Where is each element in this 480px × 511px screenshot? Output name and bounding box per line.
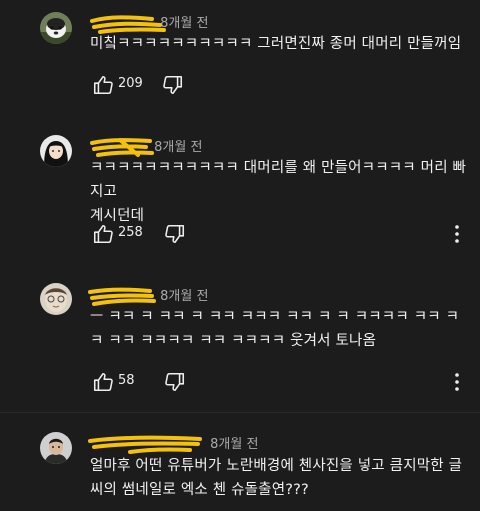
comment-text: ㅋㅋㅋㅋㅋㅋㅋㅋㅋㅋㅋ 대머리를 왜 만들어ㅋㅋㅋㅋ 머리 빠지고 계시던데 — [90, 160, 467, 224]
face-avatar-icon — [40, 283, 72, 315]
avatar[interactable] — [40, 432, 72, 464]
avatar[interactable] — [40, 283, 72, 315]
author-name-redacted[interactable] — [90, 138, 154, 157]
comment-meta: 8개월 전 — [90, 12, 208, 34]
comment-meta: 8개월 전 — [88, 285, 208, 306]
thumbs-down-icon[interactable] — [164, 223, 186, 245]
comment-text: ㅡ ㅋㅋ ㅋ ㅋㅋ ㅋ ㅋㅋ ㅋㅋㅋ ㅋㅋ ㅋ ㅋ ㅋㅋㅋㅋ ㅋㅋ ㅋ ㅋ ㅋㅋ… — [90, 309, 460, 349]
thumbs-down-icon[interactable] — [162, 74, 184, 96]
more-options-icon[interactable] — [451, 224, 463, 244]
like-count: 209 — [118, 76, 143, 91]
comment-text: 얼마후 어떤 유튜버가 노란배경에 첸사진을 넣고 큼지막한 글 씨의 썸네일로… — [90, 458, 463, 498]
comment-time: 8개월 전 — [210, 437, 259, 452]
comment-divider — [0, 412, 480, 413]
like-count: 58 — [118, 373, 135, 388]
author-name-redacted[interactable] — [88, 287, 156, 306]
avatar[interactable] — [40, 12, 72, 44]
comment-meta: 8개월 전 — [88, 433, 259, 454]
more-options-icon[interactable] — [451, 372, 463, 392]
avatar[interactable] — [40, 135, 72, 167]
comment-text: 미칰ㅋㅋㅋㅋㅋㅋㅋㅋㅋㅋ 그러면진짜 종머 대머리 만들꺼임 — [90, 36, 462, 52]
thumbs-up-icon[interactable] — [92, 223, 114, 245]
comment-meta: 8개월 전 — [90, 136, 202, 157]
like-count: 258 — [118, 225, 143, 240]
dog-avatar-icon — [40, 12, 72, 44]
author-name-redacted[interactable] — [88, 435, 202, 454]
scribble-redaction-icon — [88, 435, 202, 454]
author-name-redacted[interactable] — [90, 15, 166, 34]
man-avatar-icon — [40, 432, 72, 464]
girl-avatar-icon — [40, 135, 72, 167]
thumbs-down-icon[interactable] — [164, 371, 186, 393]
thumbs-up-icon[interactable] — [92, 371, 114, 393]
thumbs-up-icon[interactable] — [92, 74, 114, 96]
